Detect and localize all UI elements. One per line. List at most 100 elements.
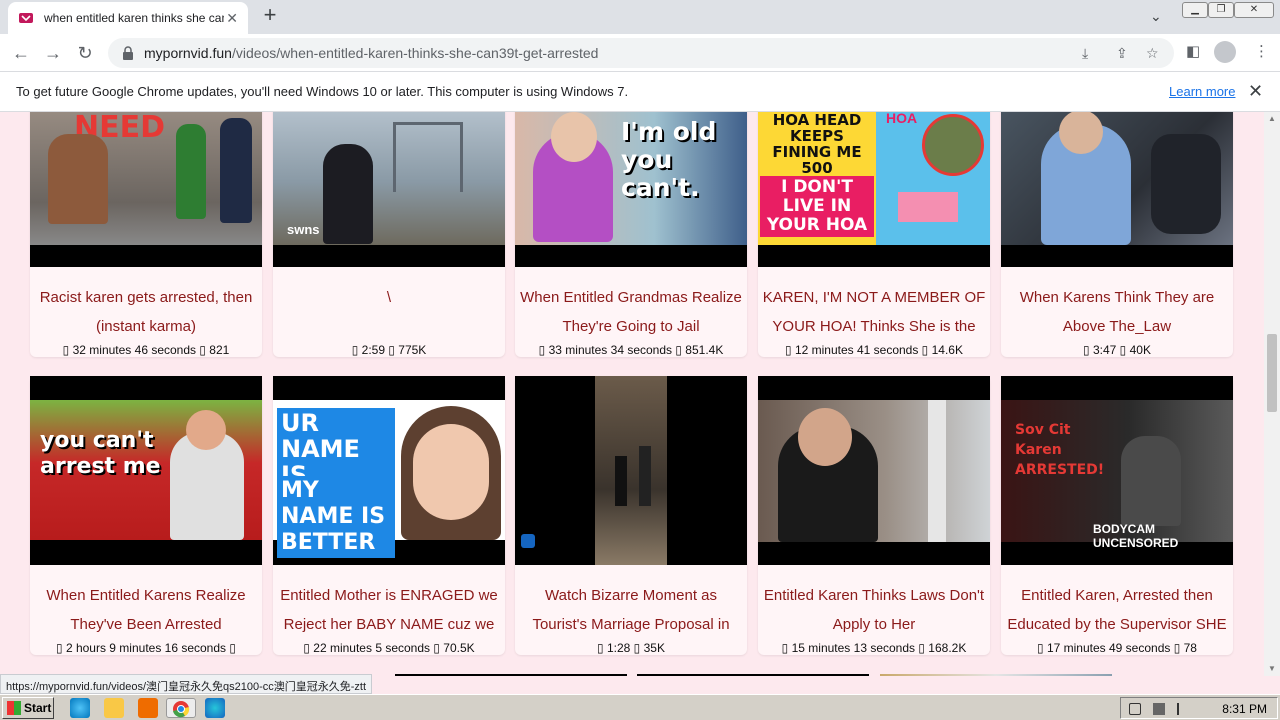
infobar-message: To get future Google Chrome updates, you… <box>16 84 629 99</box>
windows-flag-icon <box>7 701 21 715</box>
tab-search-chevron-icon[interactable]: ⌄ <box>1150 8 1162 25</box>
video-card[interactable]: Entitled Karen Thinks Laws Don't Apply t… <box>758 376 990 655</box>
video-thumbnail[interactable]: UR NAME IS UGLY! MY NAME IS BETTER <box>273 376 505 565</box>
site-favicon-icon <box>19 13 33 23</box>
video-title[interactable]: Entitled Karen, Arrested then Educated b… <box>1001 581 1233 639</box>
reload-icon[interactable]: ↻ <box>72 40 98 66</box>
video-card[interactable]: Watch Bizarre Moment as Tourist's Marria… <box>515 376 747 655</box>
address-bar[interactable]: mypornvid.fun/videos/when-entitled-karen… <box>108 38 1174 68</box>
video-card[interactable]: NEED Racist karen gets arrested, then (i… <box>30 112 262 357</box>
video-card[interactable]: Sov Cit Karen ARRESTED! BODYCAM UNCENSOR… <box>1001 376 1233 655</box>
scroll-up-arrow-icon[interactable]: ▲ <box>1268 114 1276 123</box>
active-tab[interactable]: when entitled karen thinks she can39 ✕ <box>8 2 248 34</box>
video-thumbnail[interactable]: you can't arrest me <box>30 376 262 565</box>
video-title[interactable]: Entitled Karen Thinks Laws Don't Apply t… <box>758 581 990 639</box>
close-window-button[interactable]: ✕ <box>1234 2 1274 18</box>
video-meta: ▯ 33 minutes 34 seconds ▯ 851.4K <box>538 343 724 357</box>
video-thumbnail[interactable]: I'm old you can't. <box>515 112 747 267</box>
url-host: mypornvid.fun <box>144 45 232 61</box>
thumb-caption: HOA <box>886 112 918 126</box>
system-tray: 8:31 PM <box>1120 697 1278 719</box>
video-meta: ▯ 32 minutes 46 seconds ▯ 821 <box>62 343 230 357</box>
restore-button[interactable]: ❐ <box>1208 2 1234 18</box>
video-card[interactable]: swns \ ▯ 2:59 ▯ 775K <box>273 112 505 357</box>
media-player-icon[interactable] <box>138 698 158 718</box>
tab-strip: when entitled karen thinks she can39 ✕ +… <box>0 0 1280 34</box>
tab-close-icon[interactable]: ✕ <box>226 10 238 27</box>
thumb-caption: swns <box>287 222 320 237</box>
video-meta: ▯ 17 minutes 49 seconds ▯ 78 <box>1037 641 1197 655</box>
video-title[interactable]: When Entitled Karens Realize They've Bee… <box>30 581 262 639</box>
video-meta: ▯ 3:47 ▯ 40K <box>1083 343 1151 357</box>
volume-icon[interactable] <box>1129 703 1141 715</box>
video-card[interactable]: HOA HEAD KEEPS FINING ME 500 DOLLARS DAY… <box>758 112 990 357</box>
video-grid: NEED Racist karen gets arrested, then (i… <box>0 112 1264 676</box>
video-title[interactable]: When Karens Think They are Above The_Law <box>1001 283 1233 341</box>
link-status-bubble: https://mypornvid.fun/videos/澳门皇冠永久免qs21… <box>0 674 373 694</box>
video-title[interactable]: When Entitled Grandmas Realize They're G… <box>515 283 747 341</box>
url-path: /videos/when-entitled-karen-thinks-she-c… <box>231 45 599 61</box>
action-center-flag-icon[interactable] <box>1177 703 1189 715</box>
bookmark-star-icon[interactable]: ☆ <box>1146 45 1159 62</box>
start-label: Start <box>24 701 52 715</box>
video-thumbnail[interactable] <box>515 376 747 565</box>
video-title[interactable]: Entitled Mother is ENRAGED we Reject her… <box>273 581 505 639</box>
scroll-thumb[interactable] <box>1267 334 1277 412</box>
scroll-down-arrow-icon[interactable]: ▼ <box>1268 664 1276 673</box>
internet-explorer-icon[interactable] <box>70 698 90 718</box>
video-thumbnail[interactable] <box>637 674 869 676</box>
video-meta: ▯ 12 minutes 41 seconds ▯ 14.6K <box>785 343 963 357</box>
page-scrollbar[interactable]: ▲ ▼ <box>1264 112 1280 676</box>
video-thumbnail[interactable] <box>880 674 1112 676</box>
forward-arrow-icon[interactable]: → <box>40 40 66 66</box>
video-thumbnail[interactable]: swns <box>273 112 505 267</box>
learn-more-link[interactable]: Learn more <box>1169 84 1235 99</box>
chrome-taskbar-button[interactable] <box>166 698 196 718</box>
video-title[interactable]: KAREN, I'M NOT A MEMBER OF YOUR HOA! Thi… <box>758 283 990 341</box>
video-title[interactable]: Watch Bizarre Moment as Tourist's Marria… <box>515 581 747 639</box>
minimize-button[interactable]: ▁ <box>1182 2 1208 18</box>
thumb-caption: BODYCAM UNCENSORED <box>1093 522 1179 550</box>
video-thumbnail[interactable] <box>395 674 627 676</box>
browser-toolbar: ← → ↻ mypornvid.fun/videos/when-entitled… <box>0 34 1280 72</box>
video-title[interactable]: \ <box>273 283 505 341</box>
file-explorer-icon[interactable] <box>104 698 124 718</box>
video-card[interactable]: I'm old you can't. When Entitled Grandma… <box>515 112 747 357</box>
video-thumbnail[interactable]: Sov Cit Karen ARRESTED! BODYCAM UNCENSOR… <box>1001 376 1233 565</box>
video-thumbnail[interactable]: NEED <box>30 112 262 267</box>
video-meta: ▯ 15 minutes 13 seconds ▯ 168.2K <box>781 641 967 655</box>
thumb-caption: you can't arrest me <box>40 428 161 479</box>
video-card[interactable]: you can't arrest me When Entitled Karens… <box>30 376 262 655</box>
thumb-caption: I DON'T LIVE IN YOUR HOA <box>760 176 874 237</box>
tab-title: when entitled karen thinks she can39 <box>44 11 224 25</box>
video-meta: ▯ 2 hours 9 minutes 16 seconds ▯ <box>56 641 236 655</box>
lock-icon <box>123 46 133 60</box>
video-card[interactable]: When Karens Think They are Above The_Law… <box>1001 112 1233 357</box>
video-card[interactable]: UR NAME IS UGLY! MY NAME IS BETTER Entit… <box>273 376 505 655</box>
network-icon[interactable] <box>1153 703 1165 715</box>
thumb-caption: I'm old you can't. <box>621 117 717 202</box>
video-thumbnail[interactable] <box>1001 112 1233 267</box>
menu-kebab-icon[interactable]: ⋮ <box>1254 42 1269 60</box>
video-thumbnail[interactable]: HOA HEAD KEEPS FINING ME 500 DOLLARS DAY… <box>758 112 990 267</box>
taskbar-clock[interactable]: 8:31 PM <box>1222 702 1267 716</box>
profile-avatar[interactable] <box>1214 41 1236 63</box>
chrome-icon <box>173 701 190 718</box>
video-meta: ▯ 22 minutes 5 seconds ▯ 70.5K <box>303 641 475 655</box>
new-tab-button[interactable]: + <box>258 4 282 28</box>
start-button[interactable]: Start <box>2 697 54 719</box>
side-panel-icon[interactable]: ◧ <box>1186 42 1200 60</box>
thumb-caption: Sov Cit Karen ARRESTED! <box>1015 422 1105 478</box>
video-title[interactable]: Racist karen gets arrested, then (instan… <box>30 283 262 341</box>
video-thumbnail[interactable] <box>758 376 990 565</box>
update-infobar: To get future Google Chrome updates, you… <box>0 72 1280 112</box>
thumb-caption: MY NAME IS BETTER <box>277 476 395 558</box>
share-icon[interactable]: ⇪ <box>1116 45 1128 62</box>
infobar-close-icon[interactable]: ✕ <box>1248 81 1263 102</box>
windows-taskbar: Start 8:31 PM <box>0 694 1280 720</box>
video-meta: ▯ 1:28 ▯ 35K <box>597 641 665 655</box>
install-icon[interactable]: ⤓ <box>1082 45 1088 62</box>
back-arrow-icon[interactable]: ← <box>8 40 34 66</box>
video-meta: ▯ 2:59 ▯ 775K <box>351 343 427 357</box>
edge-icon[interactable] <box>205 698 225 718</box>
